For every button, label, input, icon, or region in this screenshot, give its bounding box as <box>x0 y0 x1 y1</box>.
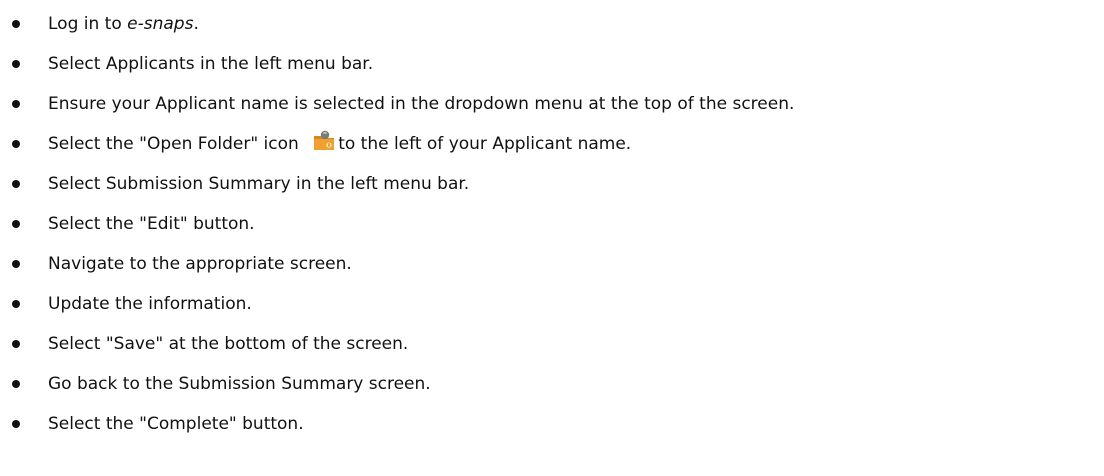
step-text: to the left of your Applicant name. <box>338 134 632 154</box>
list-item: Go back to the Submission Summary screen… <box>0 364 1104 404</box>
instruction-document: Log in to e-snaps. Select Applicants in … <box>0 0 1104 476</box>
list-item: Update the information. <box>0 284 1104 324</box>
list-item: Log in to e-snaps. <box>0 4 1104 44</box>
step-text: . <box>193 14 199 34</box>
bullet-icon <box>12 180 20 188</box>
list-item: Select the "Open Folder" icon to the lef… <box>0 124 1104 164</box>
open-folder-icon <box>312 129 336 153</box>
bullet-icon <box>12 20 20 28</box>
list-item: Select Submission Summary in the left me… <box>0 164 1104 204</box>
step-text: Update the information. <box>48 294 252 314</box>
bullet-icon <box>12 60 20 68</box>
step-text: Navigate to the appropriate screen. <box>48 254 352 274</box>
step-text: Select the "Edit" button. <box>48 214 255 234</box>
step-text: Select the "Complete" button. <box>48 414 304 434</box>
list-item: Navigate to the appropriate screen. <box>0 244 1104 284</box>
app-name: e-snaps <box>127 14 194 34</box>
steps-list: Log in to e-snaps. Select Applicants in … <box>0 4 1104 444</box>
bullet-icon <box>12 260 20 268</box>
bullet-icon <box>12 140 20 148</box>
step-text: Ensure your Applicant name is selected i… <box>48 94 795 114</box>
list-item: Select "Save" at the bottom of the scree… <box>0 324 1104 364</box>
list-item: Select the "Edit" button. <box>0 204 1104 244</box>
bullet-icon <box>12 220 20 228</box>
bullet-icon <box>12 340 20 348</box>
bullet-icon <box>12 300 20 308</box>
bullet-icon <box>12 380 20 388</box>
step-text: Go back to the Submission Summary screen… <box>48 374 431 394</box>
step-text: Select "Save" at the bottom of the scree… <box>48 334 409 354</box>
step-text: Select Applicants in the left menu bar. <box>48 54 374 74</box>
list-item: Select Applicants in the left menu bar. <box>0 44 1104 84</box>
list-item: Ensure your Applicant name is selected i… <box>0 84 1104 124</box>
bullet-icon <box>12 100 20 108</box>
step-text: Select the "Open Folder" icon <box>48 134 305 154</box>
step-text: Log in to <box>48 14 128 34</box>
step-text: Select Submission Summary in the left me… <box>48 174 470 194</box>
list-item: Select the "Complete" button. <box>0 404 1104 444</box>
bullet-icon <box>12 420 20 428</box>
